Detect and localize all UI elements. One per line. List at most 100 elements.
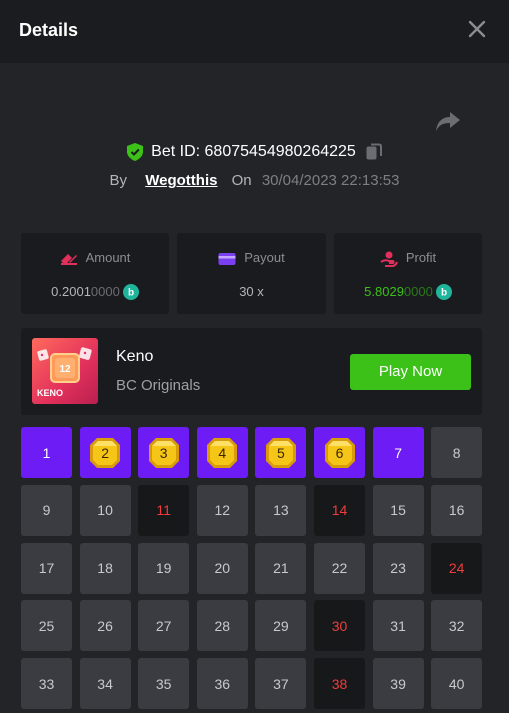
- bet-id-label: Bet ID:: [151, 143, 201, 160]
- keno-cell-10: 10: [79, 484, 131, 536]
- keno-cell-number: 5: [276, 444, 285, 461]
- keno-cell-number: 8: [452, 444, 461, 461]
- keno-cell-21: 21: [255, 542, 307, 594]
- game-name[interactable]: Keno: [116, 348, 153, 366]
- keno-cell-number: 34: [97, 675, 113, 692]
- amount-label: Amount: [85, 250, 131, 265]
- keno-cell-number: 4: [218, 444, 227, 461]
- keno-cell-22: 22: [314, 542, 365, 594]
- keno-cell-number: 19: [155, 560, 172, 577]
- game-provider: BC Originals: [116, 377, 201, 394]
- bet-id-value: 68075454980264225: [204, 143, 356, 160]
- bet-meta-row: By Wegotthis On 30/04/2023 22:13:53: [0, 172, 509, 189]
- keno-cell-24: 24: [431, 542, 483, 594]
- keno-cell-28: 28: [196, 600, 248, 652]
- keno-cell-number: 38: [331, 675, 348, 692]
- keno-cell-number: 28: [214, 617, 231, 634]
- keno-cell-number: 27: [155, 617, 172, 634]
- keno-cell-number: 37: [273, 675, 289, 692]
- game-thumbnail[interactable]: 12 KENO: [32, 338, 98, 404]
- keno-cell-37: 37: [255, 658, 307, 710]
- keno-cell-35: 35: [138, 658, 190, 710]
- amount-card: Amount 0.20010000 b: [21, 233, 169, 314]
- gem-icon: 4: [205, 436, 239, 470]
- bcd-coin-icon: b: [435, 283, 452, 300]
- keno-cell-25: 25: [21, 600, 72, 652]
- play-now-button[interactable]: Play Now: [350, 354, 471, 390]
- keno-cell-17: 17: [21, 542, 72, 594]
- keno-cell-26: 26: [79, 600, 131, 652]
- modal-title: Details: [19, 20, 79, 40]
- keno-cell-number: 21: [273, 560, 289, 577]
- keno-logo-label: KENO: [37, 388, 63, 398]
- keno-cell-30: 30: [314, 600, 365, 652]
- amount-icon: [60, 253, 77, 265]
- keno-cell-39: 39: [372, 658, 424, 710]
- keno-cell-number: 40: [448, 675, 465, 692]
- keno-cell-number: 1: [42, 444, 51, 461]
- close-icon[interactable]: [467, 19, 487, 39]
- profit-label: Profit: [405, 250, 437, 265]
- keno-cell-8: 8: [431, 427, 483, 478]
- keno-cell-number: 18: [97, 560, 113, 577]
- keno-cell-20: 20: [196, 542, 248, 594]
- keno-cell-number: 7: [394, 444, 402, 461]
- keno-cell-38: 38: [314, 658, 365, 710]
- keno-cell-number: 22: [331, 560, 348, 577]
- keno-cell-number: 2: [101, 444, 109, 461]
- keno-cell-number: 39: [390, 675, 406, 692]
- keno-cell-23: 23: [372, 542, 424, 594]
- share-icon[interactable]: [435, 110, 461, 132]
- keno-cell-1: 1: [21, 427, 72, 478]
- keno-cell-number: 33: [38, 675, 55, 692]
- keno-cell-number: 3: [159, 444, 168, 461]
- bcd-coin-icon: b: [122, 283, 139, 300]
- keno-cell-number: 11: [156, 502, 171, 519]
- gem-icon: 6: [323, 436, 357, 470]
- keno-cell-number: 29: [273, 617, 289, 634]
- modal-header: Details: [0, 0, 509, 63]
- keno-logo-icon: 12 KENO: [37, 347, 92, 398]
- keno-cell-number: 15: [390, 502, 406, 519]
- keno-cell-16: 16: [431, 484, 483, 536]
- keno-cell-number: 6: [335, 444, 344, 461]
- profit-icon: [380, 251, 398, 267]
- keno-cell-3: 3: [138, 427, 190, 478]
- keno-cell-number: 10: [97, 502, 113, 519]
- keno-cell-12: 12: [196, 484, 248, 536]
- keno-logo-number: 12: [59, 364, 71, 375]
- gem-icon: 3: [147, 436, 181, 470]
- keno-cell-27: 27: [138, 600, 190, 652]
- bet-id-row: Bet ID: 68075454980264225: [0, 143, 509, 161]
- keno-cell-6: 6: [314, 427, 365, 478]
- svg-text:b: b: [128, 287, 134, 298]
- profit-value: 5.80290000 b: [334, 283, 482, 301]
- keno-cell-number: 31: [390, 617, 406, 634]
- keno-cell-4: 4: [196, 427, 248, 478]
- keno-cell-number: 32: [448, 617, 465, 634]
- username-link[interactable]: Wegotthis: [145, 172, 217, 189]
- keno-cell-18: 18: [79, 542, 131, 594]
- amount-value: 0.20010000 b: [21, 283, 169, 301]
- keno-cell-15: 15: [372, 484, 424, 536]
- keno-cell-number: 36: [214, 675, 231, 692]
- keno-cell-14: 14: [314, 484, 365, 536]
- keno-cell-7: 7: [372, 427, 424, 478]
- keno-cell-40: 40: [431, 658, 483, 710]
- keno-cell-number: 13: [273, 502, 289, 519]
- keno-cell-number: 35: [155, 675, 172, 692]
- keno-cell-32: 32: [431, 600, 483, 652]
- gem-icon: 2: [88, 436, 122, 470]
- keno-cell-36: 36: [196, 658, 248, 710]
- keno-cell-9: 9: [21, 484, 72, 536]
- payout-label: Payout: [244, 250, 285, 265]
- keno-cell-34: 34: [79, 658, 131, 710]
- payout-card: Payout 30 x: [177, 233, 326, 314]
- keno-cell-33: 33: [21, 658, 72, 710]
- copy-icon[interactable]: [366, 143, 382, 161]
- keno-cell-number: 24: [448, 560, 465, 577]
- keno-cell-number: 23: [390, 560, 406, 577]
- payout-icon: [218, 252, 236, 265]
- profit-card: Profit 5.80290000 b: [334, 233, 482, 314]
- keno-cell-number: 26: [97, 617, 113, 634]
